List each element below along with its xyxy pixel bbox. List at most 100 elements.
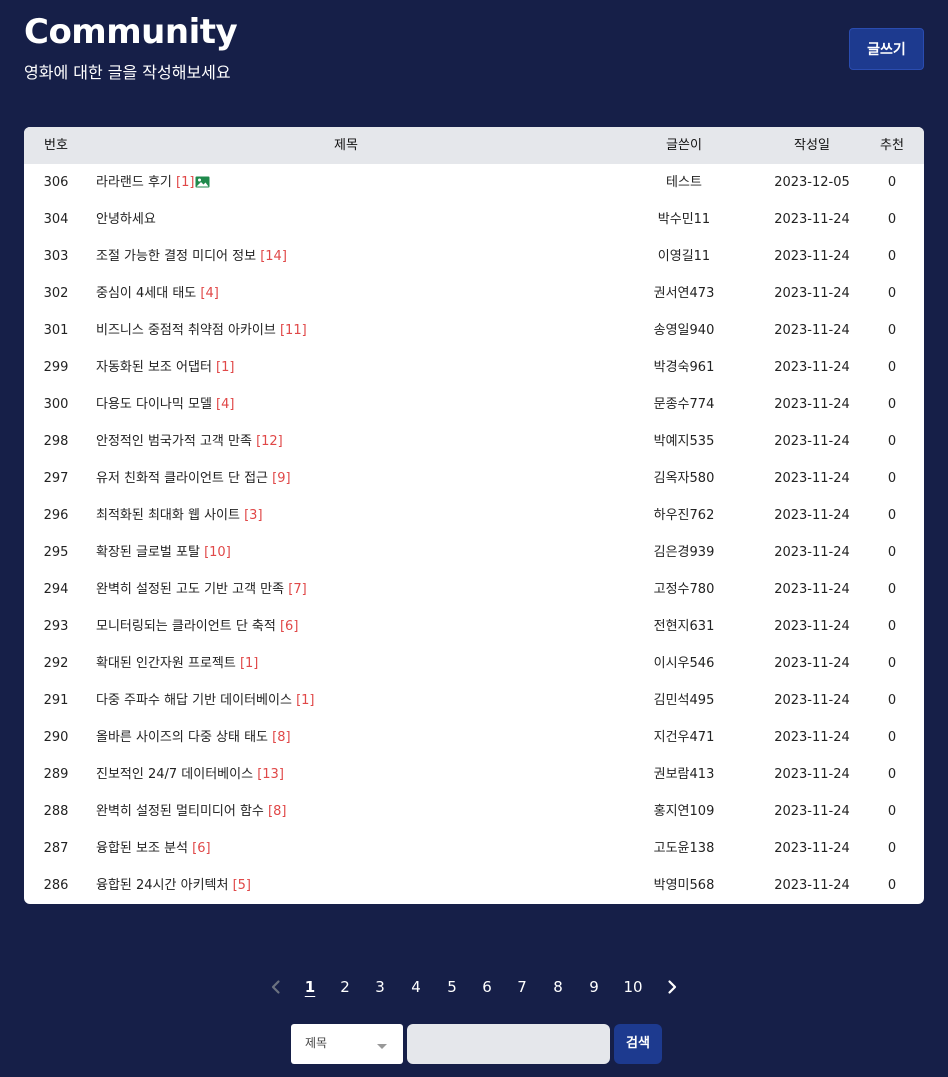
search-type-select[interactable]: 제목: [291, 1024, 403, 1064]
chevron-left-icon[interactable]: [268, 979, 284, 995]
post-title-link[interactable]: 안정적인 범국가적 고객 만족 [12]: [96, 423, 283, 460]
post-number: 288: [43, 804, 69, 819]
post-writer: 김옥자580: [653, 471, 715, 486]
table-row[interactable]: 286 융합된 24시간 아키텍처 [5] 박영미568 2023-11-24 0: [24, 867, 924, 904]
post-date: 2023-11-24: [774, 360, 850, 375]
post-number: 303: [43, 249, 69, 264]
column-header-title: 제목: [334, 138, 358, 153]
comment-count: [13]: [257, 767, 284, 782]
table-row[interactable]: 289 진보적인 24/7 데이터베이스 [13] 권보람413 2023-11-24…: [24, 756, 924, 793]
post-recommend-count: 0: [887, 434, 897, 449]
post-date: 2023-11-24: [774, 730, 850, 745]
table-row[interactable]: 293 모니터링되는 클라이언트 단 축적 [6] 전현지631 2023-11-24…: [24, 608, 924, 645]
comment-count: [5]: [232, 878, 252, 893]
page-link[interactable]: 10: [621, 973, 645, 1001]
post-recommend-count: 0: [887, 804, 897, 819]
table-row[interactable]: 302 중심이 4세대 태도 [4] 권서연473 2023-11-24 0: [24, 275, 924, 312]
comment-count: [1]: [176, 175, 195, 190]
post-title-link[interactable]: 중심이 4세대 태도 [4]: [96, 275, 219, 312]
post-recommend-count: 0: [887, 249, 897, 264]
page-link[interactable]: 6: [475, 973, 499, 1001]
comment-count: [8]: [272, 730, 291, 745]
post-title-link[interactable]: 모니터링되는 클라이언트 단 축적 [6]: [96, 608, 298, 645]
comment-count: [3]: [244, 508, 263, 523]
post-number: 292: [43, 656, 69, 671]
post-title-link[interactable]: 자동화된 보조 어댑터 [1]: [96, 349, 234, 386]
chevron-right-icon[interactable]: [664, 979, 680, 995]
table-row[interactable]: 304 안녕하세요 박수민11 2023-11-24 0: [24, 201, 924, 238]
page-link[interactable]: 1: [298, 973, 322, 1001]
table-row[interactable]: 298 안정적인 범국가적 고객 만족 [12] 박예지535 2023-11-24 0: [24, 423, 924, 460]
table-row[interactable]: 306 라라랜드 후기 [1] 테스트 2023-12-05 0: [24, 164, 924, 201]
table-row[interactable]: 297 유저 친화적 클라이언트 단 접근 [9] 김옥자580 2023-11-24…: [24, 460, 924, 497]
post-title-text: 진보적인 24/7 데이터베이스: [96, 767, 254, 782]
post-title-link[interactable]: 융합된 24시간 아키텍처 [5]: [96, 867, 251, 904]
post-writer: 김은경939: [653, 545, 715, 560]
post-title-link[interactable]: 비즈니스 중점적 취약점 아카이브 [11]: [96, 312, 307, 349]
comment-count: [14]: [260, 249, 287, 264]
post-title-link[interactable]: 완벽히 설정된 고도 기반 고객 만족 [7]: [96, 571, 307, 608]
page-link[interactable]: 5: [440, 973, 464, 1001]
page-link[interactable]: 3: [368, 973, 392, 1001]
column-header-recommend: 추천: [880, 138, 904, 153]
search-input[interactable]: [407, 1024, 610, 1064]
post-number: 304: [43, 212, 69, 227]
write-post-button[interactable]: 글쓰기: [849, 28, 924, 70]
post-title-text: 유저 친화적 클라이언트 단 접근: [96, 471, 269, 486]
post-recommend-count: 0: [887, 582, 897, 597]
post-date: 2023-11-24: [774, 545, 850, 560]
table-row[interactable]: 296 최적화된 최대화 웹 사이트 [3] 하우진762 2023-11-24 0: [24, 497, 924, 534]
table-row[interactable]: 292 확대된 인간자원 프로젝트 [1] 이시우546 2023-11-24 0: [24, 645, 924, 682]
page-link[interactable]: 9: [582, 973, 606, 1001]
post-title-text: 완벽히 설정된 고도 기반 고객 만족: [96, 582, 285, 597]
post-title-link[interactable]: 올바른 사이즈의 다중 상태 태도 [8]: [96, 719, 291, 756]
page-link[interactable]: 8: [546, 973, 570, 1001]
post-writer: 김민석495: [653, 693, 715, 708]
post-writer: 지건우471: [653, 730, 715, 745]
post-title-link[interactable]: 확장된 글로벌 포탈 [10]: [96, 534, 231, 571]
post-date: 2023-11-24: [774, 804, 850, 819]
comment-count: [6]: [192, 841, 211, 856]
post-writer: 송영일940: [653, 323, 715, 338]
comment-count: [12]: [256, 434, 283, 449]
post-recommend-count: 0: [887, 767, 897, 782]
post-date: 2023-11-24: [774, 767, 850, 782]
table-row[interactable]: 291 다중 주파수 해답 기반 데이터베이스 [1] 김민석495 2023-11-…: [24, 682, 924, 719]
table-row[interactable]: 303 조절 가능한 결정 미디어 정보 [14] 이영길11 2023-11-24 0: [24, 238, 924, 275]
table-row[interactable]: 299 자동화된 보조 어댑터 [1] 박경숙961 2023-11-24 0: [24, 349, 924, 386]
post-title-link[interactable]: 최적화된 최대화 웹 사이트 [3]: [96, 497, 263, 534]
comment-count: [6]: [279, 619, 299, 634]
page-link[interactable]: 4: [404, 973, 428, 1001]
table-row[interactable]: 295 확장된 글로벌 포탈 [10] 김은경939 2023-11-24 0: [24, 534, 924, 571]
post-number: 287: [43, 841, 69, 856]
post-title-link[interactable]: 유저 친화적 클라이언트 단 접근 [9]: [96, 460, 291, 497]
table-row[interactable]: 287 융합된 보조 분석 [6] 고도윤138 2023-11-24 0: [24, 830, 924, 867]
table-row[interactable]: 288 완벽히 설정된 멀티미디어 함수 [8] 홍지연109 2023-11-24 0: [24, 793, 924, 830]
comment-count: [1]: [216, 360, 235, 375]
page-link[interactable]: 2: [333, 973, 357, 1001]
post-title-link[interactable]: 다용도 다이나믹 모델 [4]: [96, 386, 234, 423]
table-row[interactable]: 300 다용도 다이나믹 모델 [4] 문종수774 2023-11-24 0: [24, 386, 924, 423]
table-row[interactable]: 301 비즈니스 중점적 취약점 아카이브 [11] 송영일940 2023-11-2…: [24, 312, 924, 349]
post-recommend-count: 0: [887, 730, 897, 745]
post-title-link[interactable]: 확대된 인간자원 프로젝트 [1]: [96, 645, 258, 682]
comment-count: [10]: [204, 545, 231, 560]
post-title-link[interactable]: 융합된 보조 분석 [6]: [96, 830, 211, 867]
post-title-link[interactable]: 라라랜드 후기 [1]: [96, 164, 210, 201]
post-title-text: 중심이 4세대 태도: [96, 286, 197, 301]
post-title-link[interactable]: 진보적인 24/7 데이터베이스 [13]: [96, 756, 284, 793]
post-number: 296: [43, 508, 69, 523]
search-button[interactable]: 검색: [614, 1024, 662, 1064]
post-number: 300: [43, 397, 69, 412]
post-writer: 고도윤138: [653, 841, 715, 856]
post-title-link[interactable]: 다중 주파수 해답 기반 데이터베이스 [1]: [96, 682, 315, 719]
post-title-link[interactable]: 완벽히 설정된 멀티미디어 함수 [8]: [96, 793, 286, 830]
post-title-link[interactable]: 조절 가능한 결정 미디어 정보 [14]: [96, 238, 287, 275]
post-recommend-count: 0: [887, 360, 897, 375]
table-row[interactable]: 290 올바른 사이즈의 다중 상태 태도 [8] 지건우471 2023-11-24…: [24, 719, 924, 756]
page-link[interactable]: 7: [510, 973, 534, 1001]
post-title-link[interactable]: 안녕하세요: [96, 201, 156, 238]
table-row[interactable]: 294 완벽히 설정된 고도 기반 고객 만족 [7] 고정수780 2023-11-…: [24, 571, 924, 608]
comment-count: [11]: [279, 323, 307, 338]
pagination: 1 2 3 4 5 6 7 8 9 10: [0, 973, 948, 1001]
